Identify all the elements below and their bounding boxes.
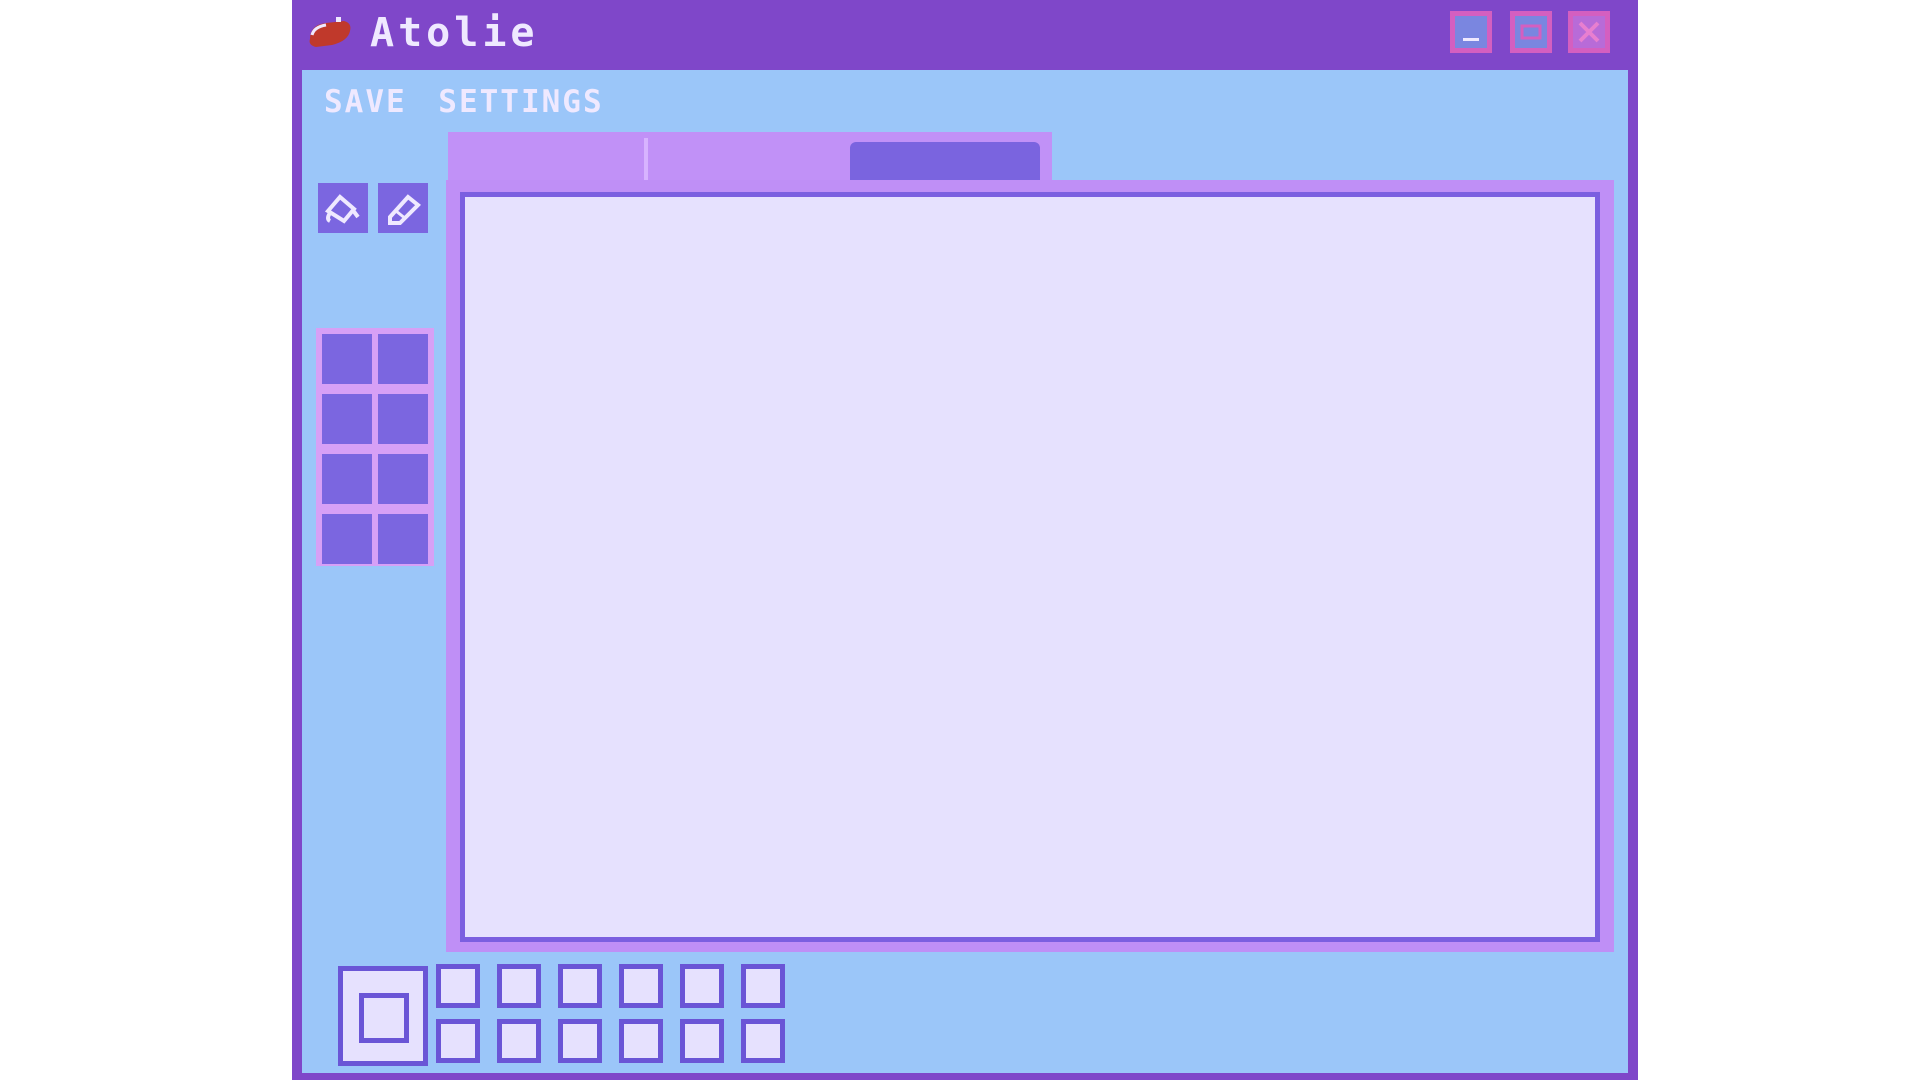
frame-slot[interactable]: [680, 1019, 724, 1063]
frame-slot[interactable]: [497, 964, 541, 1008]
maximize-icon: [1520, 24, 1542, 40]
current-frame-preview[interactable]: [338, 966, 428, 1066]
color-swatch[interactable]: [378, 454, 428, 504]
frame-slot[interactable]: [497, 1019, 541, 1063]
window-title: Atolie: [370, 10, 539, 56]
menu-save[interactable]: SAVE: [324, 84, 407, 120]
frame-slot[interactable]: [619, 964, 663, 1008]
frame-slot[interactable]: [741, 964, 785, 1008]
red-beret-icon: [306, 15, 354, 55]
frame-slot[interactable]: [436, 1019, 480, 1063]
canvas-frame: [446, 180, 1614, 952]
app-window: Atolie SAVE SETTINGS: [292, 0, 1638, 1080]
frame-preview-inner: [359, 993, 409, 1043]
frame-slot[interactable]: [619, 1019, 663, 1063]
paint-bucket-icon: [324, 194, 360, 224]
eraser-button[interactable]: [378, 183, 428, 233]
frame-slot[interactable]: [680, 964, 724, 1008]
color-swatch[interactable]: [322, 334, 372, 384]
drawing-canvas[interactable]: [460, 192, 1600, 942]
menu-settings[interactable]: SETTINGS: [438, 84, 603, 120]
paint-bucket-button[interactable]: [318, 183, 368, 233]
color-swatch[interactable]: [322, 394, 372, 444]
eraser-icon: [388, 194, 421, 225]
frame-slot[interactable]: [558, 964, 602, 1008]
close-button[interactable]: [1568, 11, 1610, 53]
minimize-button[interactable]: [1450, 11, 1492, 53]
color-palette: [316, 328, 434, 566]
maximize-button[interactable]: [1510, 11, 1552, 53]
frame-slot[interactable]: [558, 1019, 602, 1063]
color-swatch[interactable]: [322, 514, 372, 564]
title-bar[interactable]: Atolie: [292, 0, 1638, 70]
minimize-icon: [1463, 38, 1479, 41]
frame-slot[interactable]: [436, 964, 480, 1008]
color-swatch[interactable]: [378, 394, 428, 444]
color-swatch[interactable]: [322, 454, 372, 504]
frame-slot[interactable]: [741, 1019, 785, 1063]
color-swatch[interactable]: [378, 514, 428, 564]
color-swatch[interactable]: [378, 334, 428, 384]
close-icon: [1578, 21, 1600, 43]
menu-bar: SAVE SETTINGS: [324, 84, 626, 124]
client-area: SAVE SETTINGS: [302, 70, 1628, 1073]
frames-bar: [302, 960, 1628, 1070]
